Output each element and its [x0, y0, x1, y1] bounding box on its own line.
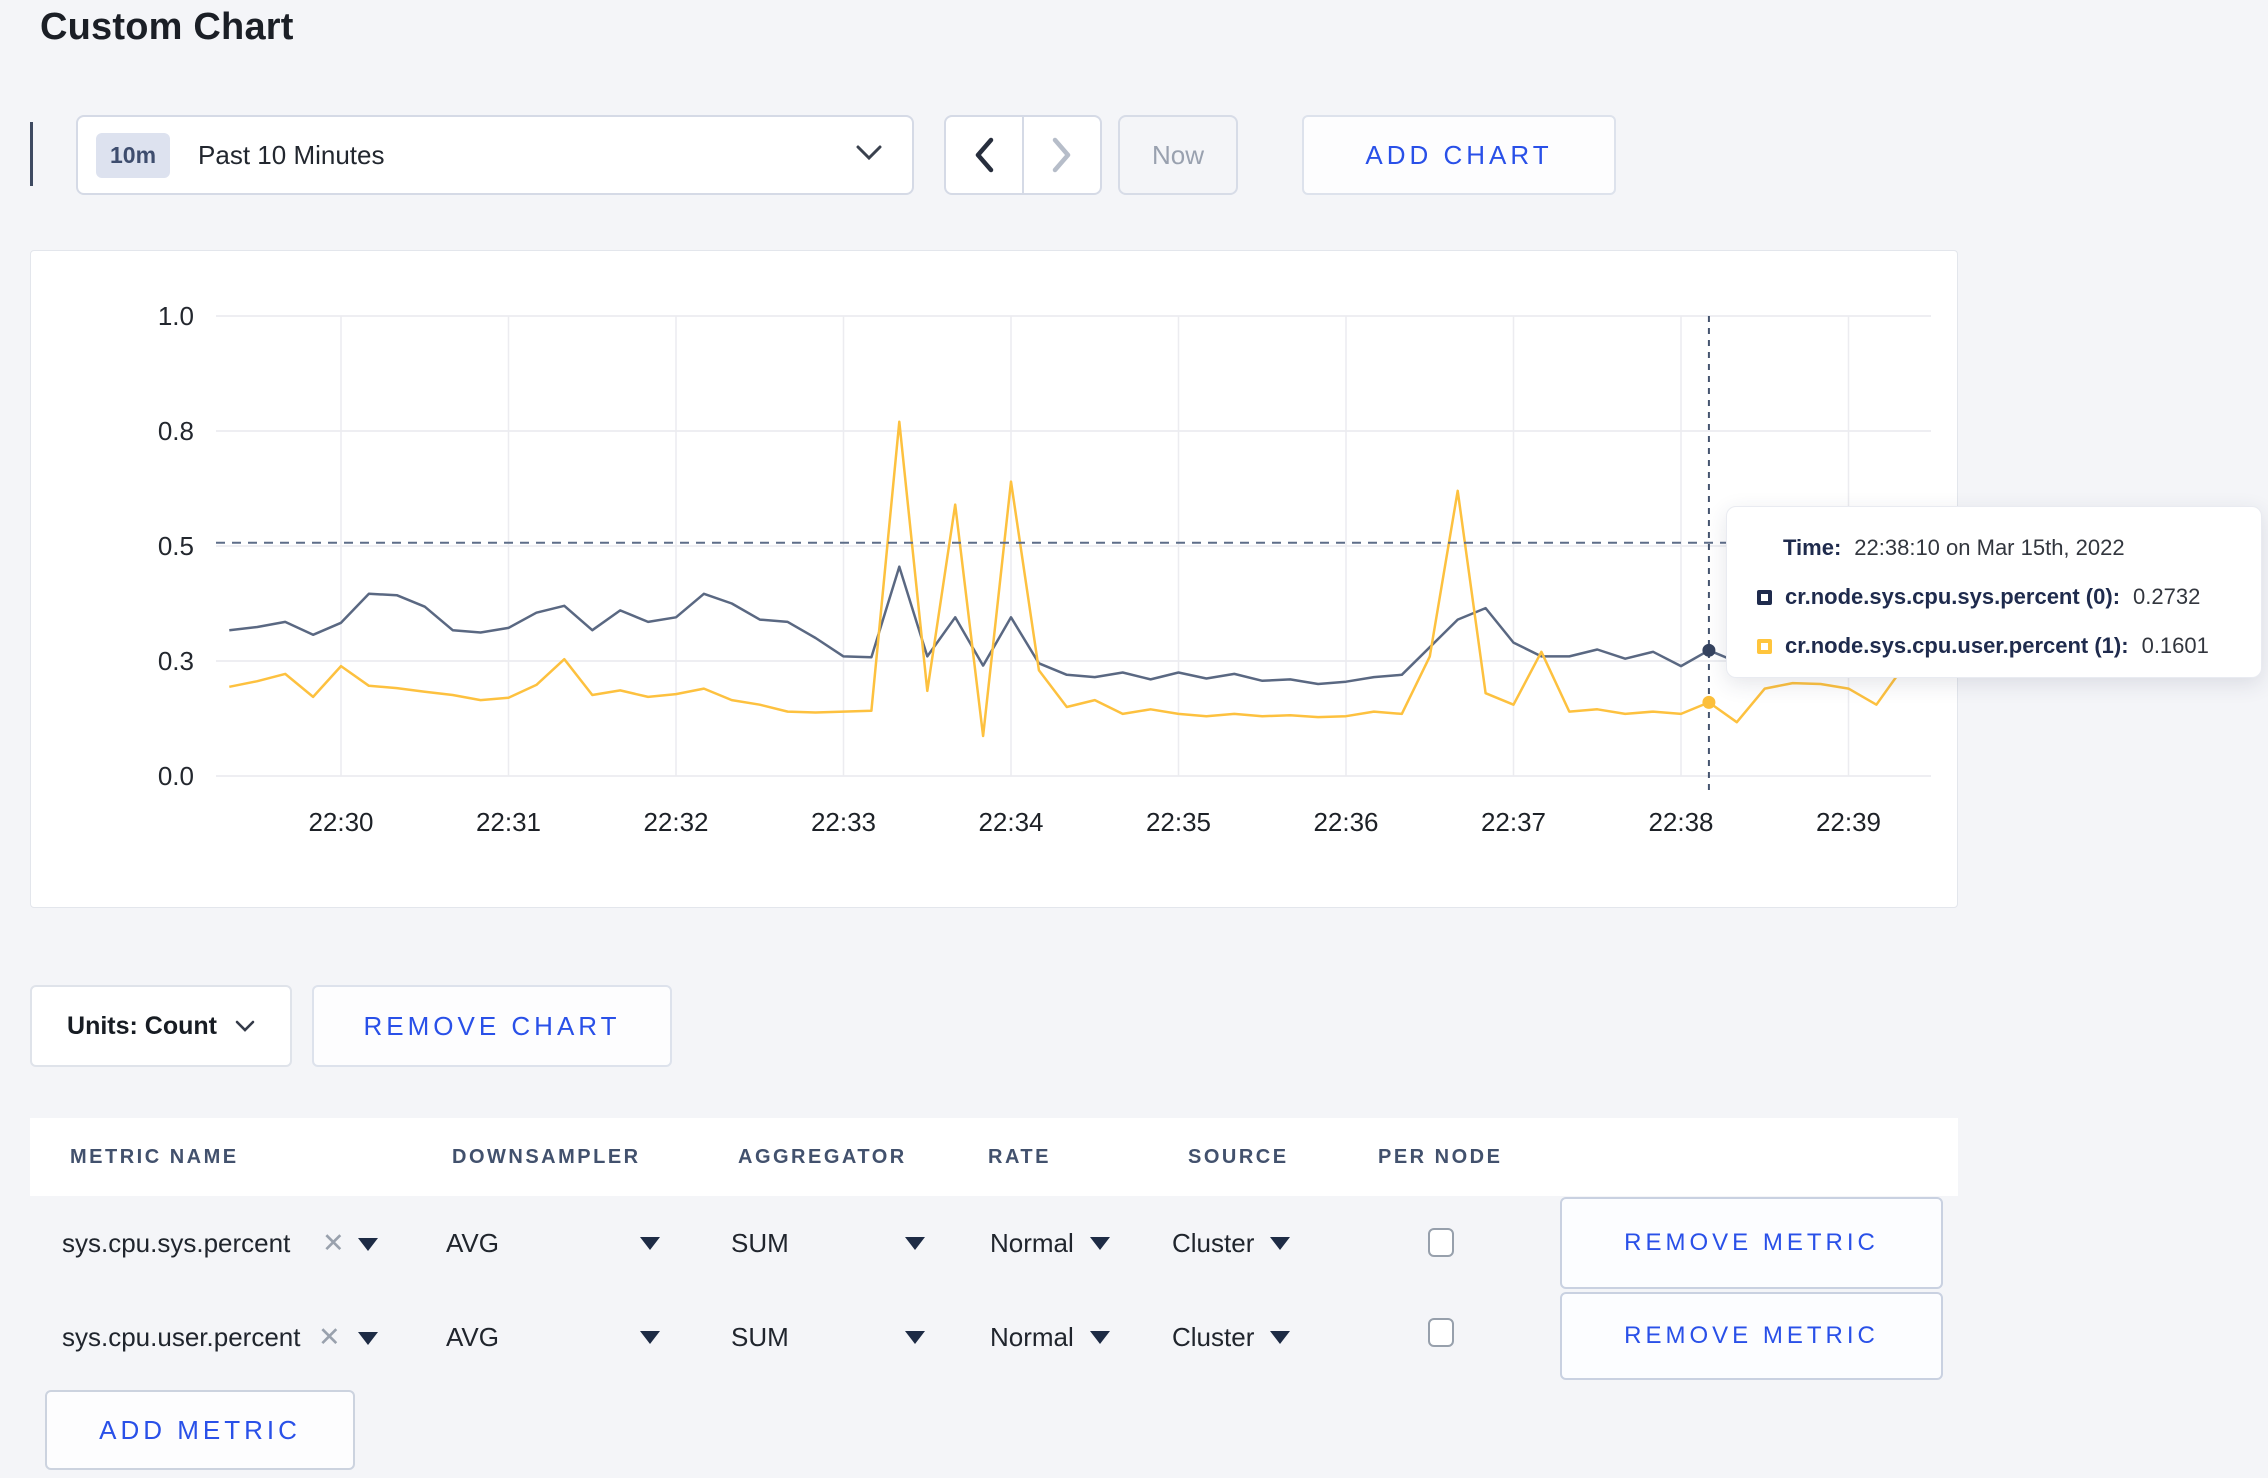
tooltip-series-row: cr.node.sys.cpu.user.percent (1): 0.1601: [1727, 631, 2261, 661]
time-range-badge: 10m: [96, 132, 171, 178]
time-range-label: Past 10 Minutes: [198, 139, 385, 170]
downsampler-select[interactable]: AVG: [446, 1315, 660, 1359]
column-header-downsampler: DOWNSAMPLER: [452, 1146, 641, 1168]
metric-name-select[interactable]: sys.cpu.sys.percent: [62, 1221, 290, 1265]
svg-text:0.8: 0.8: [158, 416, 194, 446]
downsampler-value: AVG: [446, 1321, 499, 1352]
svg-text:22:38: 22:38: [1648, 807, 1713, 837]
tooltip-series-label: cr.node.sys.cpu.user.percent (1):: [1785, 633, 2129, 658]
tooltip-series-value: 0.2732: [2133, 584, 2201, 609]
rate-value: Normal: [990, 1227, 1074, 1258]
now-button[interactable]: Now: [1118, 115, 1238, 195]
column-header-metric-name: METRIC NAME: [70, 1146, 239, 1168]
svg-text:22:39: 22:39: [1816, 807, 1881, 837]
chevron-down-icon: [235, 1020, 255, 1032]
column-header-source: SOURCE: [1188, 1146, 1289, 1168]
svg-text:22:36: 22:36: [1313, 807, 1378, 837]
remove-metric-button[interactable]: REMOVE METRIC: [1560, 1292, 1943, 1380]
metric-name-value: sys.cpu.sys.percent: [62, 1227, 291, 1258]
caret-down-icon: [640, 1330, 660, 1344]
svg-text:1.0: 1.0: [158, 301, 194, 331]
source-select[interactable]: Cluster: [1172, 1315, 1291, 1359]
metrics-table-header: METRIC NAME DOWNSAMPLER AGGREGATOR RATE …: [30, 1118, 1958, 1196]
time-prev-button[interactable]: [946, 117, 1024, 193]
tooltip-series-row: cr.node.sys.cpu.sys.percent (0): 0.2732: [1727, 582, 2261, 612]
caret-down-icon: [1089, 1330, 1110, 1344]
aggregator-select[interactable]: SUM: [731, 1221, 925, 1265]
chart-tooltip: Time: 22:38:10 on Mar 15th, 2022 cr.node…: [1726, 506, 2262, 678]
series-sys-swatch-icon: [1757, 589, 1772, 605]
tooltip-series-label: cr.node.sys.cpu.sys.percent (0):: [1785, 584, 2121, 609]
timeseries-chart: 0.0 0.3 0.5 0.8 1.0 22:30 22:31 22:32 22:33 22:34…: [158, 301, 1933, 837]
time-nav-group: [944, 115, 1102, 195]
add-metric-button[interactable]: ADD METRIC: [45, 1390, 355, 1470]
page-title: Custom Chart: [40, 6, 294, 48]
chart-card[interactable]: 0.0 0.3 0.5 0.8 1.0 22:30 22:31 22:32 22:33 22:34…: [30, 250, 1958, 908]
caret-down-icon: [905, 1330, 925, 1344]
custom-chart-page: Custom Chart 10m Past 10 Minutes Now ADD…: [0, 0, 2268, 1478]
caret-down-icon: [1270, 1330, 1291, 1344]
tooltip-time-row: Time: 22:38:10 on Mar 15th, 2022: [1727, 533, 2261, 563]
units-dropdown[interactable]: Units: Count: [30, 985, 292, 1067]
per-node-checkbox[interactable]: [1428, 1228, 1454, 1257]
source-value: Cluster: [1172, 1321, 1255, 1352]
remove-chart-button[interactable]: REMOVE CHART: [312, 985, 672, 1067]
rate-value: Normal: [990, 1321, 1074, 1352]
svg-text:22:35: 22:35: [1146, 807, 1211, 837]
tooltip-time-value: 22:38:10 on Mar 15th, 2022: [1854, 535, 2125, 560]
caret-down-icon: [1270, 1236, 1291, 1250]
clear-metric-icon[interactable]: ✕: [318, 1322, 341, 1353]
svg-text:22:30: 22:30: [308, 807, 373, 837]
time-next-button[interactable]: [1024, 117, 1100, 193]
metric-name-value: sys.cpu.user.percent: [62, 1321, 301, 1352]
caret-down-icon[interactable]: [358, 1332, 378, 1345]
caret-down-icon[interactable]: [358, 1238, 378, 1251]
downsampler-value: AVG: [446, 1227, 499, 1258]
column-header-aggregator: AGGREGATOR: [738, 1146, 907, 1168]
clear-metric-icon[interactable]: ✕: [322, 1228, 345, 1259]
svg-text:0.0: 0.0: [158, 761, 194, 791]
units-label: Units: Count: [67, 1011, 217, 1040]
aggregator-value: SUM: [731, 1321, 789, 1352]
per-node-checkbox[interactable]: [1428, 1318, 1454, 1347]
remove-metric-button[interactable]: REMOVE METRIC: [1560, 1197, 1943, 1289]
source-select[interactable]: Cluster: [1172, 1221, 1291, 1265]
time-range-dropdown[interactable]: 10m Past 10 Minutes: [76, 115, 914, 195]
rate-select[interactable]: Normal: [990, 1221, 1110, 1265]
caret-down-icon: [640, 1236, 660, 1250]
column-header-rate: RATE: [988, 1146, 1051, 1168]
source-value: Cluster: [1172, 1227, 1255, 1258]
aggregator-select[interactable]: SUM: [731, 1315, 925, 1359]
caret-down-icon: [905, 1236, 925, 1250]
svg-text:22:34: 22:34: [978, 807, 1043, 837]
svg-text:22:31: 22:31: [476, 807, 541, 837]
downsampler-select[interactable]: AVG: [446, 1221, 660, 1265]
svg-text:22:37: 22:37: [1481, 807, 1546, 837]
svg-text:22:33: 22:33: [811, 807, 876, 837]
svg-text:22:32: 22:32: [643, 807, 708, 837]
chevron-down-icon: [856, 145, 882, 166]
svg-text:0.3: 0.3: [158, 646, 194, 676]
tooltip-series-value: 0.1601: [2141, 633, 2209, 658]
column-header-per-node: PER NODE: [1378, 1146, 1503, 1168]
series-user-swatch-icon: [1757, 638, 1772, 654]
caret-down-icon: [1089, 1236, 1110, 1250]
rate-select[interactable]: Normal: [990, 1315, 1110, 1359]
aggregator-value: SUM: [731, 1227, 789, 1258]
svg-text:0.5: 0.5: [158, 531, 194, 561]
tooltip-time-label: Time:: [1783, 535, 1842, 560]
add-chart-button[interactable]: ADD CHART: [1302, 115, 1616, 195]
metric-name-select[interactable]: sys.cpu.user.percent: [62, 1315, 300, 1359]
toolbar-divider: [30, 122, 33, 186]
